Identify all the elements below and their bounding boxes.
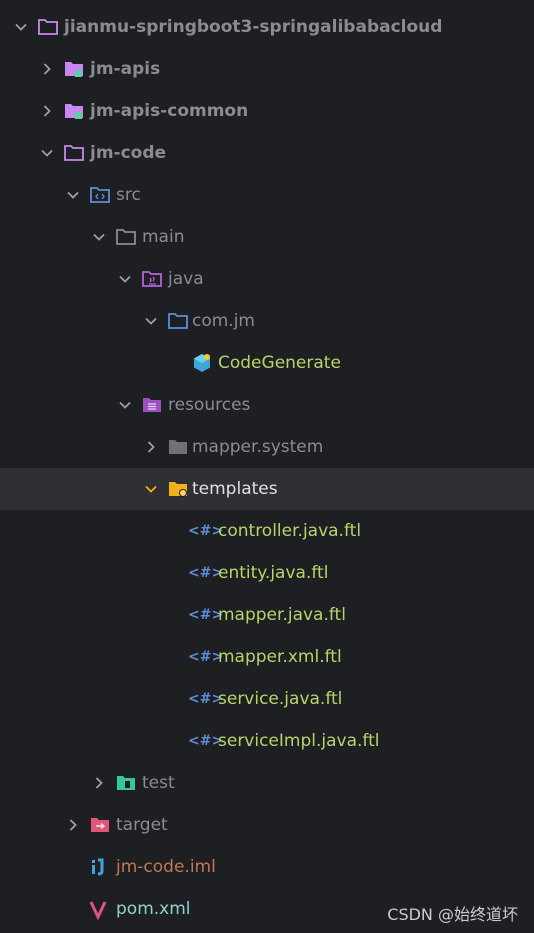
tree-row-ftl-file[interactable]: <#> serviceImpl.java.ftl xyxy=(0,720,534,762)
tree-row-jm-apis[interactable]: jm-apis xyxy=(0,48,534,90)
java-source-root-icon xyxy=(140,258,164,300)
folder-label: templates xyxy=(192,479,278,499)
tree-row-ftl-file[interactable]: <#> entity.java.ftl xyxy=(0,552,534,594)
folder-label: mapper.system xyxy=(192,437,324,457)
package-label: com.jm xyxy=(192,311,255,331)
project-view: { "tree": { "root": "jianmu-springboot3-… xyxy=(0,0,534,933)
chevron-right-icon[interactable] xyxy=(62,804,84,846)
chevron-down-icon[interactable] xyxy=(10,6,32,48)
tree-row-mapper-system[interactable]: mapper.system xyxy=(0,426,534,468)
maven-file-icon xyxy=(86,888,110,930)
folder-label: main xyxy=(142,227,185,247)
tree-row-main[interactable]: main xyxy=(0,216,534,258)
tree-row-code-generate[interactable]: CodeGenerate xyxy=(0,342,534,384)
chevron-down-icon[interactable] xyxy=(62,174,84,216)
tree-row-test[interactable]: test xyxy=(0,762,534,804)
file-label: jm-code.iml xyxy=(116,857,216,877)
tree-row-resources[interactable]: resources xyxy=(0,384,534,426)
module-label: jm-apis-common xyxy=(90,101,249,121)
watermark: CSDN @始终道坏 xyxy=(387,905,518,924)
module-folder-icon xyxy=(36,6,60,48)
chevron-right-icon[interactable] xyxy=(88,762,110,804)
tree-row-iml[interactable]: jm-code.iml xyxy=(0,846,534,888)
tree-row-jm-apis-common[interactable]: jm-apis-common xyxy=(0,90,534,132)
templates-folder-icon xyxy=(166,468,190,510)
folder-label: resources xyxy=(168,395,251,415)
module-icon xyxy=(62,48,86,90)
tree-row-jm-code[interactable]: jm-code xyxy=(0,132,534,174)
file-label: mapper.xml.ftl xyxy=(218,647,342,667)
tree-row-target[interactable]: target xyxy=(0,804,534,846)
file-label: controller.java.ftl xyxy=(218,521,362,541)
chevron-down-icon[interactable] xyxy=(140,468,162,510)
resources-folder-icon xyxy=(140,384,164,426)
source-folder-icon xyxy=(88,174,112,216)
module-icon xyxy=(62,90,86,132)
module-folder-icon xyxy=(62,132,86,174)
project-tree: jianmu-springboot3-springalibabacloud jm… xyxy=(0,6,534,930)
file-label: CodeGenerate xyxy=(218,353,341,373)
tree-row-com-jm[interactable]: com.jm xyxy=(0,300,534,342)
chevron-down-icon[interactable] xyxy=(140,300,162,342)
chevron-down-icon[interactable] xyxy=(88,216,110,258)
test-folder-icon xyxy=(114,762,138,804)
folder-label: src xyxy=(116,185,141,205)
root-project-label: jianmu-springboot3-springalibabacloud xyxy=(64,17,443,37)
folder-icon xyxy=(114,216,138,258)
tree-row-root[interactable]: jianmu-springboot3-springalibabacloud xyxy=(0,6,534,48)
tree-row-ftl-file[interactable]: <#> service.java.ftl xyxy=(0,678,534,720)
file-label: pom.xml xyxy=(116,899,191,919)
tree-row-templates[interactable]: templates xyxy=(0,468,534,510)
folder-icon xyxy=(166,426,190,468)
chevron-right-icon[interactable] xyxy=(36,48,58,90)
tree-row-ftl-file[interactable]: <#> mapper.java.ftl xyxy=(0,594,534,636)
package-icon xyxy=(166,300,190,342)
folder-label: target xyxy=(116,815,168,835)
chevron-right-icon[interactable] xyxy=(140,426,162,468)
module-label: jm-apis xyxy=(90,59,161,79)
tree-row-src[interactable]: src xyxy=(0,174,534,216)
tree-row-ftl-file[interactable]: <#> controller.java.ftl xyxy=(0,510,534,552)
java-class-icon xyxy=(190,342,214,384)
excluded-folder-icon xyxy=(88,804,112,846)
tree-row-java[interactable]: java xyxy=(0,258,534,300)
iml-file-icon xyxy=(86,846,110,888)
module-label: jm-code xyxy=(90,143,167,163)
file-label: entity.java.ftl xyxy=(218,563,329,583)
chevron-down-icon[interactable] xyxy=(36,132,58,174)
folder-label: test xyxy=(142,773,175,793)
chevron-down-icon[interactable] xyxy=(114,258,136,300)
file-label: service.java.ftl xyxy=(218,689,343,709)
chevron-down-icon[interactable] xyxy=(114,384,136,426)
tree-row-ftl-file[interactable]: <#> mapper.xml.ftl xyxy=(0,636,534,678)
chevron-right-icon[interactable] xyxy=(36,90,58,132)
file-label: mapper.java.ftl xyxy=(218,605,346,625)
file-label: serviceImpl.java.ftl xyxy=(218,731,380,751)
folder-label: java xyxy=(168,269,204,289)
